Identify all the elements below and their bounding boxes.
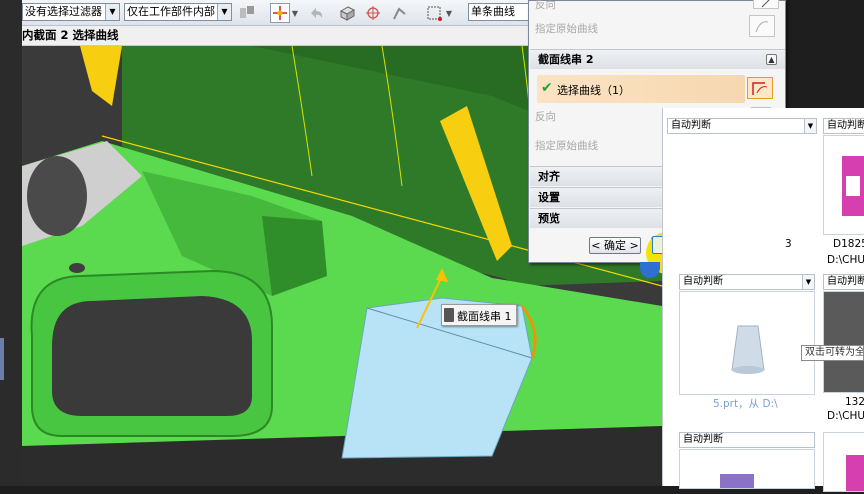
selection-toolbar: 没有选择过滤器 ▼ 仅在工作部件内部 ▼ ▼ ▼ 单条曲线: [22, 0, 532, 26]
filter-combo-2[interactable]: 自动判断: [823, 118, 864, 134]
selection-scope-select[interactable]: 仅在工作部件内部 ▼: [124, 3, 232, 21]
specify-origin-label: 指定原始曲线: [535, 140, 598, 152]
group-title: 设置: [538, 191, 560, 204]
assembly-filter-icon[interactable]: [237, 3, 257, 23]
origin-curve-icon[interactable]: [749, 15, 775, 37]
part-path: D:\CHU: [827, 410, 864, 422]
chevron-down-icon: ▼: [217, 4, 231, 20]
front-pocket-floor: [52, 296, 252, 416]
handle-icon: [444, 308, 454, 322]
part-thumbnail[interactable]: [679, 291, 815, 395]
part-caption: 3: [785, 238, 792, 250]
filter-combo-4[interactable]: 自动判断: [823, 274, 864, 290]
chevron-down-icon: ▼: [105, 4, 119, 20]
chevron-down-icon: ▼: [802, 275, 814, 289]
chevron-down-icon: ▼: [804, 119, 816, 133]
tooltip: 双击可转为全: [801, 345, 864, 361]
snap-point-icon[interactable]: [270, 3, 290, 23]
section-string-2-group[interactable]: 截面线串 2 ▲: [530, 49, 785, 69]
checkmark-icon: ✔: [541, 80, 553, 96]
combo-value: 自动判断: [683, 276, 723, 287]
curve-select-icon[interactable]: [747, 77, 773, 99]
filter-combo-5[interactable]: 自动判断: [679, 432, 815, 448]
combo-value: 自动判断: [671, 120, 711, 131]
group-title: 截面线串 2: [538, 53, 594, 66]
selection-scope-value: 仅在工作部件内部: [127, 5, 215, 18]
curve-snap-icon[interactable]: [390, 3, 410, 23]
specify-origin-label-top: 指定原始曲线: [535, 23, 598, 35]
part-thumbnail[interactable]: [823, 432, 864, 492]
rectangle-select-icon[interactable]: [424, 3, 444, 23]
part-caption: D1825: [833, 238, 864, 250]
section-string-label-text: 截面线串 1: [457, 310, 512, 323]
reverse-label-top: 反向: [535, 0, 556, 11]
group-title: 对齐: [538, 170, 560, 183]
curve-rule-select[interactable]: 单条曲线: [468, 3, 532, 21]
combo-value: 自动判断: [827, 120, 864, 131]
part-thumbnail[interactable]: [823, 135, 864, 235]
reverse-direction-icon[interactable]: [753, 0, 779, 9]
cue-line: 内截面 2 选择曲线: [22, 26, 528, 46]
part-thumbnail[interactable]: [679, 449, 815, 489]
resource-bar-tab[interactable]: [0, 338, 4, 380]
combo-value: 自动判断: [827, 276, 864, 287]
ok-button[interactable]: < 确定 >: [589, 237, 641, 254]
chevron-down-icon[interactable]: ▼: [444, 3, 454, 23]
type-filter-value: 没有选择过滤器: [25, 5, 102, 18]
part-thumbnail[interactable]: [823, 291, 864, 393]
combo-value: 自动判断: [683, 434, 723, 445]
left-dock-strip: [0, 0, 22, 486]
filter-combo-1[interactable]: 自动判断 ▼: [667, 118, 817, 134]
select-curve-row[interactable]: ✔ 选择曲线（1）: [537, 75, 745, 103]
point-snap-icon[interactable]: [363, 3, 383, 23]
part-caption: 132: [845, 396, 864, 408]
filter-combo-3[interactable]: 自动判断 ▼: [679, 274, 815, 290]
undo-icon[interactable]: [306, 3, 326, 23]
curve-rule-value: 单条曲线: [471, 5, 515, 18]
part-caption: 5.prt，从 D:\: [713, 398, 778, 410]
reverse-label: 反向: [535, 111, 556, 123]
chevron-up-icon: ▲: [766, 54, 777, 65]
type-filter-select[interactable]: 没有选择过滤器 ▼: [22, 3, 120, 21]
reuse-library-palette: 自动判断 ▼ 自动判断 3 D1825 D:\CHU 自动判断 ▼ 自动判断 5…: [662, 108, 864, 492]
section-string-label[interactable]: 截面线串 1: [441, 304, 517, 326]
bolt-hole: [69, 263, 85, 273]
pocket-hole: [27, 156, 87, 236]
select-curve-label: 选择曲线（1）: [557, 84, 630, 97]
group-title: 预览: [538, 212, 560, 225]
highlight-tab: [80, 46, 122, 106]
chevron-down-icon[interactable]: ▼: [290, 3, 300, 23]
box-select-icon[interactable]: [337, 3, 357, 23]
part-path: D:\CHU: [827, 254, 864, 266]
